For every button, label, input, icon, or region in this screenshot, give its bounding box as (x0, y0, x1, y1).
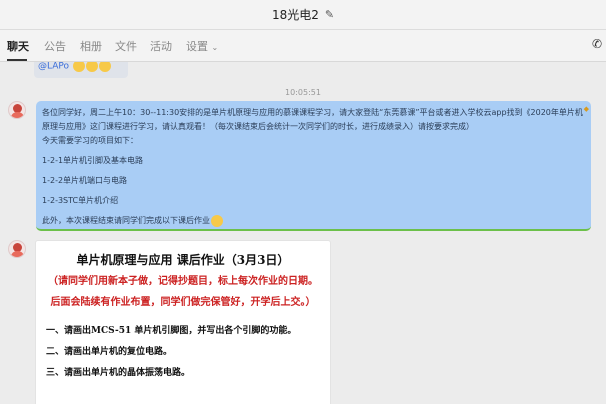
homework-title: 单片机原理与应用 课后作业（3月3日） (76, 253, 290, 267)
clap-emoji-icon (98, 62, 111, 72)
smile-emoji-icon (211, 214, 223, 227)
message-timestamp: 10:05:51 (285, 88, 321, 97)
phone-icon[interactable]: ✆ (592, 37, 602, 51)
homework-note: （请同学们用新本子做，记得抄题目，标上每次作业的日期。后面会陆续有作业布置，同学… (48, 276, 318, 308)
avatar[interactable] (8, 240, 26, 258)
previous-message-bubble: @LAPo (34, 62, 128, 78)
avatar-body (11, 112, 24, 118)
clap-emoji-icon (85, 62, 98, 72)
active-tab-indicator (7, 59, 27, 61)
tab-settings-label: 设置 (186, 40, 208, 53)
message-line: 各位同学好，周二上午10：30--11:30安排的是单片机原理与应用的慕课课程学… (42, 108, 583, 131)
tab-settings[interactable]: 设置 ⌄ (186, 38, 218, 54)
mention-text: @LAPo (38, 62, 69, 72)
chevron-down-icon: ⌄ (211, 43, 219, 52)
message-line: 1-2-1单片机引脚及基本电路 (42, 156, 144, 165)
group-tabs: 聊天 公告 相册 文件 活动 设置 ⌄ ✆ (0, 30, 606, 62)
message-line-text: 此外，本次课程结束请同学们完成以下课后作业 (42, 216, 210, 225)
message-bubble[interactable]: ◆ 各位同学好，周二上午10：30--11:30安排的是单片机原理与应用的慕课课… (36, 101, 591, 231)
avatar-body (11, 251, 24, 257)
message-line: 1-2-2单片机端口与电路 (42, 176, 128, 185)
star-icon: ◆ (583, 105, 589, 113)
clap-emoji-icon (72, 62, 85, 72)
pencil-icon[interactable]: ✎ (325, 8, 334, 21)
message-line: 1-2-3STC单片机介绍 (42, 196, 119, 205)
message-line: 此外，本次课程结束请同学们完成以下课后作业 (42, 214, 585, 228)
tab-announcements[interactable]: 公告 (44, 38, 66, 54)
tab-files[interactable]: 文件 (115, 38, 137, 54)
chat-area[interactable]: @LAPo 10:05:51 ◆ 各位同学好，周二上午10：30--11:30安… (0, 62, 606, 404)
tab-chat[interactable]: 聊天 (7, 38, 29, 54)
homework-item: 一、请画出MCS-51 单片机引脚图，并写出各个引脚的功能。 (46, 326, 297, 336)
tab-album[interactable]: 相册 (80, 38, 102, 54)
title-bar: 18光电2 ✎ (0, 0, 606, 30)
homework-image-card[interactable]: 单片机原理与应用 课后作业（3月3日） （请同学们用新本子做，记得抄题目，标上每… (35, 240, 331, 404)
homework-item: 二、请画出单片机的复位电路。 (46, 347, 173, 357)
tab-activities[interactable]: 活动 (150, 38, 172, 54)
homework-item: 三、请画出单片机的晶体振荡电路。 (46, 368, 191, 378)
avatar[interactable] (8, 101, 26, 119)
message-line: 今天需要学习的项目如下： (42, 136, 138, 145)
window-title: 18光电2 (271, 8, 319, 22)
